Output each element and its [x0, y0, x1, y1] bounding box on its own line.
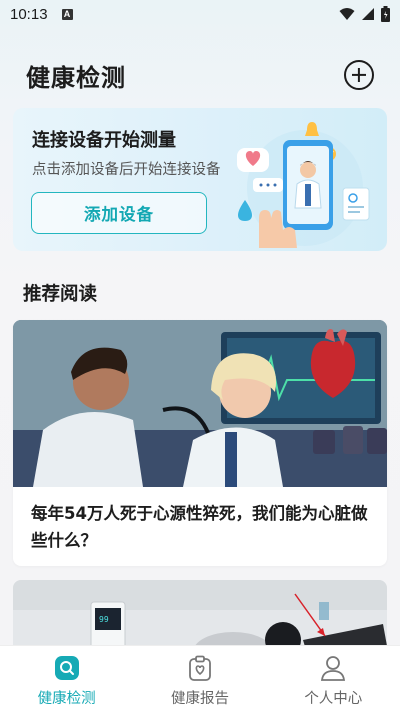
svg-text:99: 99 — [99, 615, 109, 624]
article-card[interactable]: 每年54万人死于心源性猝死，我们能为心脏做些什么？ — [13, 320, 387, 566]
search-health-icon — [54, 656, 79, 680]
wifi-icon — [339, 8, 355, 20]
nav-item-health-report[interactable]: 健康报告 — [133, 646, 266, 710]
nav-label: 健康报告 — [170, 691, 229, 707]
connect-device-card: 连接设备开始测量 点击添加设备后开始连接设备 添加设备 — [13, 108, 387, 251]
signal-icon — [362, 8, 374, 20]
doctor-stethoscope-heart-illustration — [13, 320, 387, 487]
add-device-button[interactable]: 添加设备 — [31, 192, 207, 234]
status-bar: 10:13 A — [0, 0, 400, 28]
nav-item-profile[interactable]: 个人中心 — [267, 646, 400, 710]
nav-label: 个人中心 — [304, 691, 363, 707]
header: 健康检测 — [0, 52, 400, 98]
recommended-reading-title: 推荐阅读 — [23, 284, 98, 305]
battery-icon — [381, 6, 390, 22]
article-title: 每年54万人死于心源性猝死，我们能为心脏做些什么？ — [31, 504, 368, 550]
person-icon — [321, 656, 346, 681]
connect-card-title: 连接设备开始测量 — [32, 130, 176, 151]
bottom-nav: 健康检测 健康报告 个人中心 — [0, 645, 400, 710]
page-title: 健康检测 — [26, 63, 126, 92]
add-device-icon[interactable] — [344, 60, 374, 90]
notification-badge: A — [61, 8, 73, 20]
clipboard-heart-icon — [189, 655, 211, 681]
nav-item-health-check[interactable]: 健康检测 — [0, 646, 133, 710]
connect-card-subtitle: 点击添加设备后开始连接设备 — [32, 162, 221, 178]
status-time: 10:13 — [10, 5, 48, 23]
doctor-on-phone-illustration — [237, 122, 370, 248]
nav-label: 健康检测 — [37, 691, 96, 707]
